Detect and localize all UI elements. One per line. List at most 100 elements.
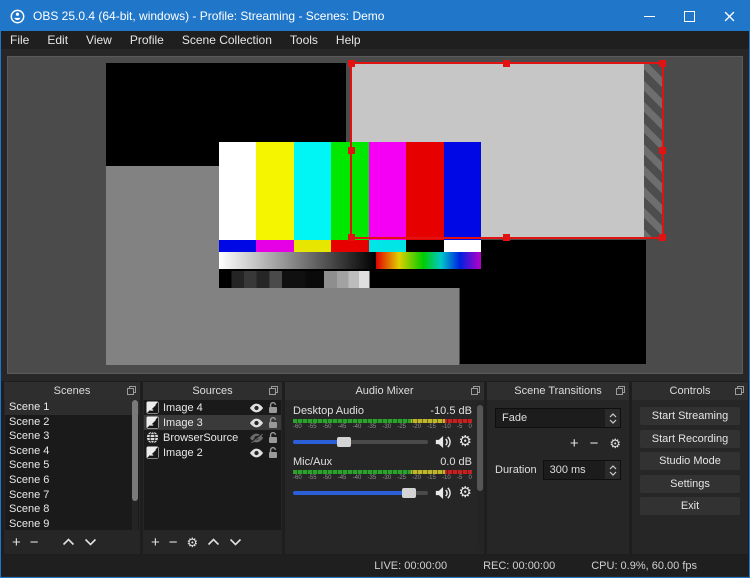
menu-scene-collection[interactable]: Scene Collection (173, 31, 281, 49)
add-source-button[interactable]: + (151, 535, 160, 550)
mixer-scrollbar[interactable] (477, 402, 483, 550)
lock-open-icon[interactable] (268, 431, 278, 444)
visibility-eye-icon[interactable] (249, 418, 264, 428)
settings-button[interactable]: Settings (640, 474, 740, 493)
menu-profile[interactable]: Profile (121, 31, 173, 49)
remove-scene-button[interactable]: − (30, 535, 39, 550)
sources-panel-title: Sources (192, 385, 233, 397)
lock-open-icon[interactable] (268, 446, 278, 459)
live-time: LIVE: 00:00:00 (374, 559, 448, 572)
rec-time: REC: 00:00:00 (483, 559, 556, 572)
maximize-button[interactable] (669, 1, 709, 31)
controls-title: Controls (669, 385, 711, 397)
volume-slider-handle[interactable] (401, 487, 416, 498)
source-properties-gear-icon[interactable]: ⚙ (187, 535, 199, 550)
selection-handle-top-left[interactable] (348, 60, 355, 67)
move-scene-up-button[interactable] (62, 538, 75, 546)
selection-handle-bottom-center[interactable] (503, 234, 510, 241)
minimize-button[interactable] (629, 1, 669, 31)
transition-select[interactable]: Fade (495, 408, 621, 428)
scenes-panel-title: Scenes (53, 385, 91, 397)
source-label: Image 2 (163, 446, 203, 459)
visibility-eye-off-icon[interactable] (249, 432, 264, 443)
visibility-eye-icon[interactable] (249, 403, 264, 413)
audio-mixer-body: Desktop Audio -10.5 dB -60 -55 -50 -45 -40 -3… (285, 400, 476, 554)
selection-handle-bottom-left[interactable] (348, 234, 355, 241)
scene-list-item[interactable]: Scene 9 (5, 517, 139, 530)
scene-transitions-header: Scene Transitions (487, 382, 629, 400)
dock-float-icon[interactable] (616, 386, 625, 395)
preview-canvas[interactable] (7, 56, 743, 374)
duration-value: 300 ms (549, 464, 586, 476)
selection-outline[interactable] (348, 60, 666, 241)
window-title: OBS 25.0.4 (64-bit, windows) - Profile: … (33, 9, 385, 23)
controls-panel: Controls Start Streaming Start Recording… (632, 382, 748, 554)
lock-open-icon[interactable] (268, 416, 278, 429)
scenes-scrollbar[interactable] (132, 400, 138, 530)
sources-panel: Sources Image 4 Image 3 BrowserSource Im… (143, 382, 282, 554)
move-source-up-button[interactable] (207, 538, 220, 546)
add-scene-button[interactable]: + (12, 535, 21, 550)
volume-slider[interactable] (293, 487, 428, 498)
transition-properties-gear-icon[interactable]: ⚙ (609, 436, 621, 451)
menu-file[interactable]: File (1, 31, 38, 49)
source-row-selected[interactable]: Image 3 (144, 415, 281, 430)
scene-transitions-body: Fade + − ⚙ Duration 300 ms (487, 400, 629, 480)
move-source-down-button[interactable] (229, 538, 242, 546)
scene-list-item[interactable]: Scene 2 (5, 415, 139, 430)
duration-spin-arrows[interactable] (605, 461, 620, 479)
source-row[interactable]: Image 2 (144, 445, 281, 460)
menu-bar: File Edit View Profile Scene Collection … (1, 31, 749, 49)
lock-open-icon[interactable] (268, 401, 278, 414)
volume-meter (293, 470, 472, 474)
selection-handle-mid-right[interactable] (659, 146, 666, 154)
speaker-icon[interactable] (435, 486, 452, 500)
scene-list-item[interactable]: Scene 1 (5, 400, 139, 415)
audio-mixer-panel: Audio Mixer Desktop Audio -10.5 dB -60 -5… (285, 382, 484, 554)
source-row[interactable]: Image 4 (144, 400, 281, 415)
studio-mode-button[interactable]: Studio Mode (640, 452, 740, 470)
scene-list-item[interactable]: Scene 4 (5, 444, 139, 459)
cpu-fps: CPU: 0.9%, 60.00 fps (591, 559, 697, 572)
remove-transition-button[interactable]: − (590, 436, 599, 451)
duration-spinbox[interactable]: 300 ms (542, 460, 621, 480)
channel-settings-gear-icon[interactable]: ⚙ (459, 434, 472, 449)
scene-list-item[interactable]: Scene 8 (5, 502, 139, 517)
menu-help[interactable]: Help (327, 31, 370, 49)
scene-list-item[interactable]: Scene 7 (5, 488, 139, 503)
selection-handle-top-right[interactable] (659, 60, 666, 67)
obs-main-window: OBS 25.0.4 (64-bit, windows) - Profile: … (0, 0, 750, 578)
close-button[interactable] (709, 1, 749, 31)
exit-button[interactable]: Exit (640, 497, 740, 515)
speaker-icon[interactable] (435, 435, 452, 449)
start-streaming-button[interactable]: Start Streaming (640, 407, 740, 425)
audio-mixer-header: Audio Mixer (285, 382, 484, 400)
dock-float-icon[interactable] (269, 386, 278, 395)
canvas-black-region-bottom-right[interactable] (460, 240, 646, 364)
remove-source-button[interactable]: − (169, 535, 178, 550)
channel-settings-gear-icon[interactable]: ⚙ (459, 485, 472, 500)
scenes-panel-header: Scenes (4, 382, 140, 400)
audio-mixer-title: Audio Mixer (355, 385, 414, 397)
menu-view[interactable]: View (77, 31, 121, 49)
dock-float-icon[interactable] (471, 386, 480, 395)
scene-list-item[interactable]: Scene 6 (5, 473, 139, 488)
source-row[interactable]: BrowserSource (144, 430, 281, 445)
add-transition-button[interactable]: + (570, 436, 579, 451)
visibility-eye-icon[interactable] (249, 448, 264, 458)
maximize-icon (683, 10, 695, 22)
dock-float-icon[interactable] (735, 386, 744, 395)
scene-list-item[interactable]: Scene 3 (5, 429, 139, 444)
selection-handle-mid-left[interactable] (348, 146, 355, 154)
volume-slider[interactable] (293, 436, 428, 447)
dock-float-icon[interactable] (127, 386, 136, 395)
scene-list-item[interactable]: Scene 5 (5, 458, 139, 473)
move-scene-down-button[interactable] (84, 538, 97, 546)
source-label: Image 4 (163, 401, 203, 414)
selection-handle-bottom-right[interactable] (659, 234, 666, 241)
start-recording-button[interactable]: Start Recording (640, 429, 740, 448)
menu-edit[interactable]: Edit (38, 31, 77, 49)
menu-tools[interactable]: Tools (281, 31, 327, 49)
volume-slider-handle[interactable] (337, 436, 352, 447)
selection-handle-top-center[interactable] (503, 60, 510, 67)
